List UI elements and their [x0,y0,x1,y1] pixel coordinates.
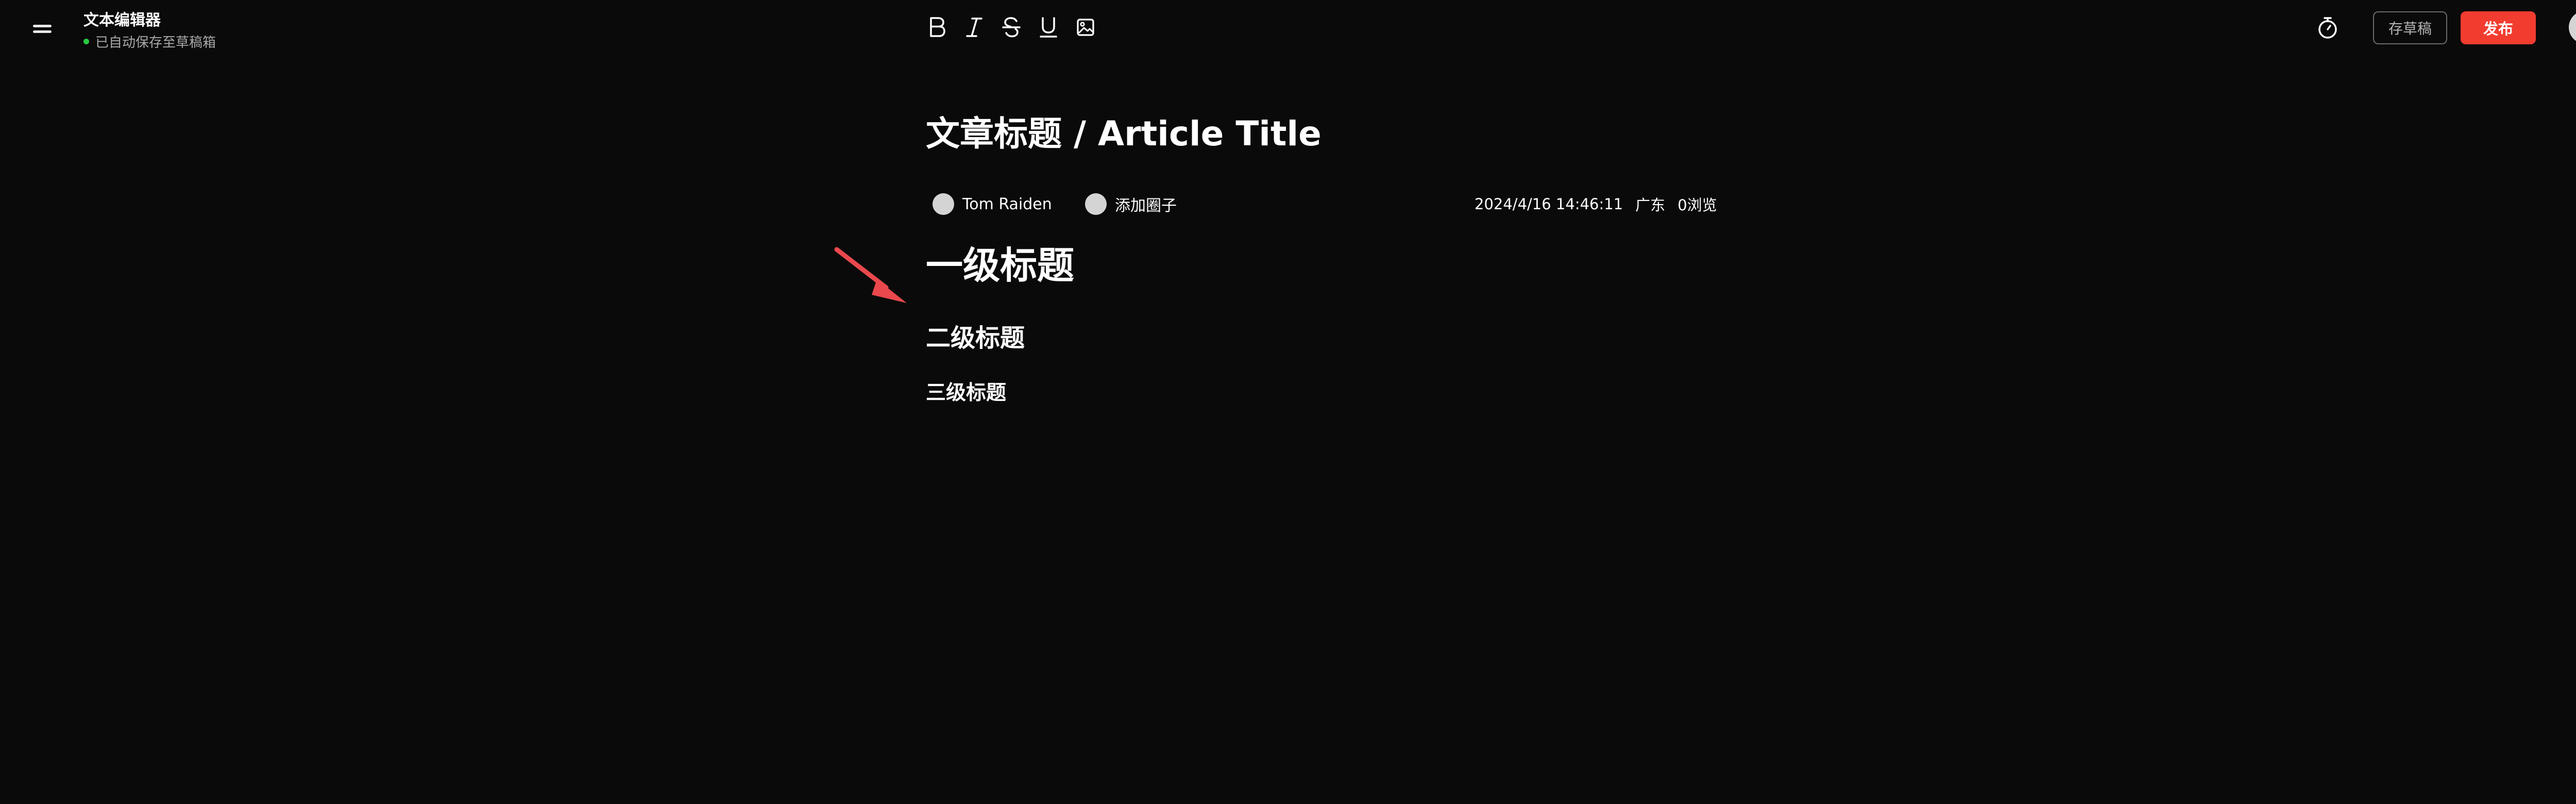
strikethrough-icon[interactable] [998,13,1024,41]
app-title: 文本编辑器 [83,11,161,29]
article-meta: Tom Raiden 添加圈子 2024/4/16 14:46:11 广东 0浏… [933,192,1717,216]
author-chip[interactable]: Tom Raiden [933,192,1052,216]
publish-datetime: 2024/4/16 14:46:11 [1475,195,1623,213]
user-avatar[interactable] [2569,11,2576,44]
menu-icon[interactable] [33,23,52,35]
menu-icon-line-bottom [33,30,52,33]
add-circle-button[interactable]: 添加圈子 [1085,192,1177,216]
editor-page: 文本编辑器 已自动保存至草稿箱 存草稿 发布 文章标题 / Article Ti… [0,0,2576,804]
format-toolbar [924,13,1098,41]
bold-icon[interactable] [924,13,950,41]
image-icon[interactable] [1073,13,1098,41]
view-count: 0浏览 [1677,196,1717,214]
author-name: Tom Raiden [962,195,1052,213]
add-circle-label: 添加圈子 [1115,197,1177,215]
menu-icon-line-top [33,25,52,27]
heading-1[interactable]: 一级标题 [926,245,1074,286]
location: 广东 [1635,196,1666,214]
save-status-text: 已自动保存至草稿箱 [95,35,216,51]
heading-3[interactable]: 三级标题 [926,382,1006,405]
article-stats: 2024/4/16 14:46:11 广东 0浏览 [1475,192,1717,216]
underline-icon[interactable] [1036,13,1061,41]
status-dot [83,38,89,44]
annotation-arrow-icon [834,247,907,303]
publish-button[interactable]: 发布 [2461,11,2536,44]
article-title[interactable]: 文章标题 / Article Title [926,115,1321,153]
save-draft-button[interactable]: 存草稿 [2373,11,2447,44]
circle-avatar [1085,193,1107,215]
heading-2[interactable]: 二级标题 [926,325,1025,352]
italic-icon[interactable] [961,13,987,41]
author-avatar [933,193,954,215]
save-status: 已自动保存至草稿箱 [83,32,216,51]
timer-icon[interactable] [2315,14,2340,41]
